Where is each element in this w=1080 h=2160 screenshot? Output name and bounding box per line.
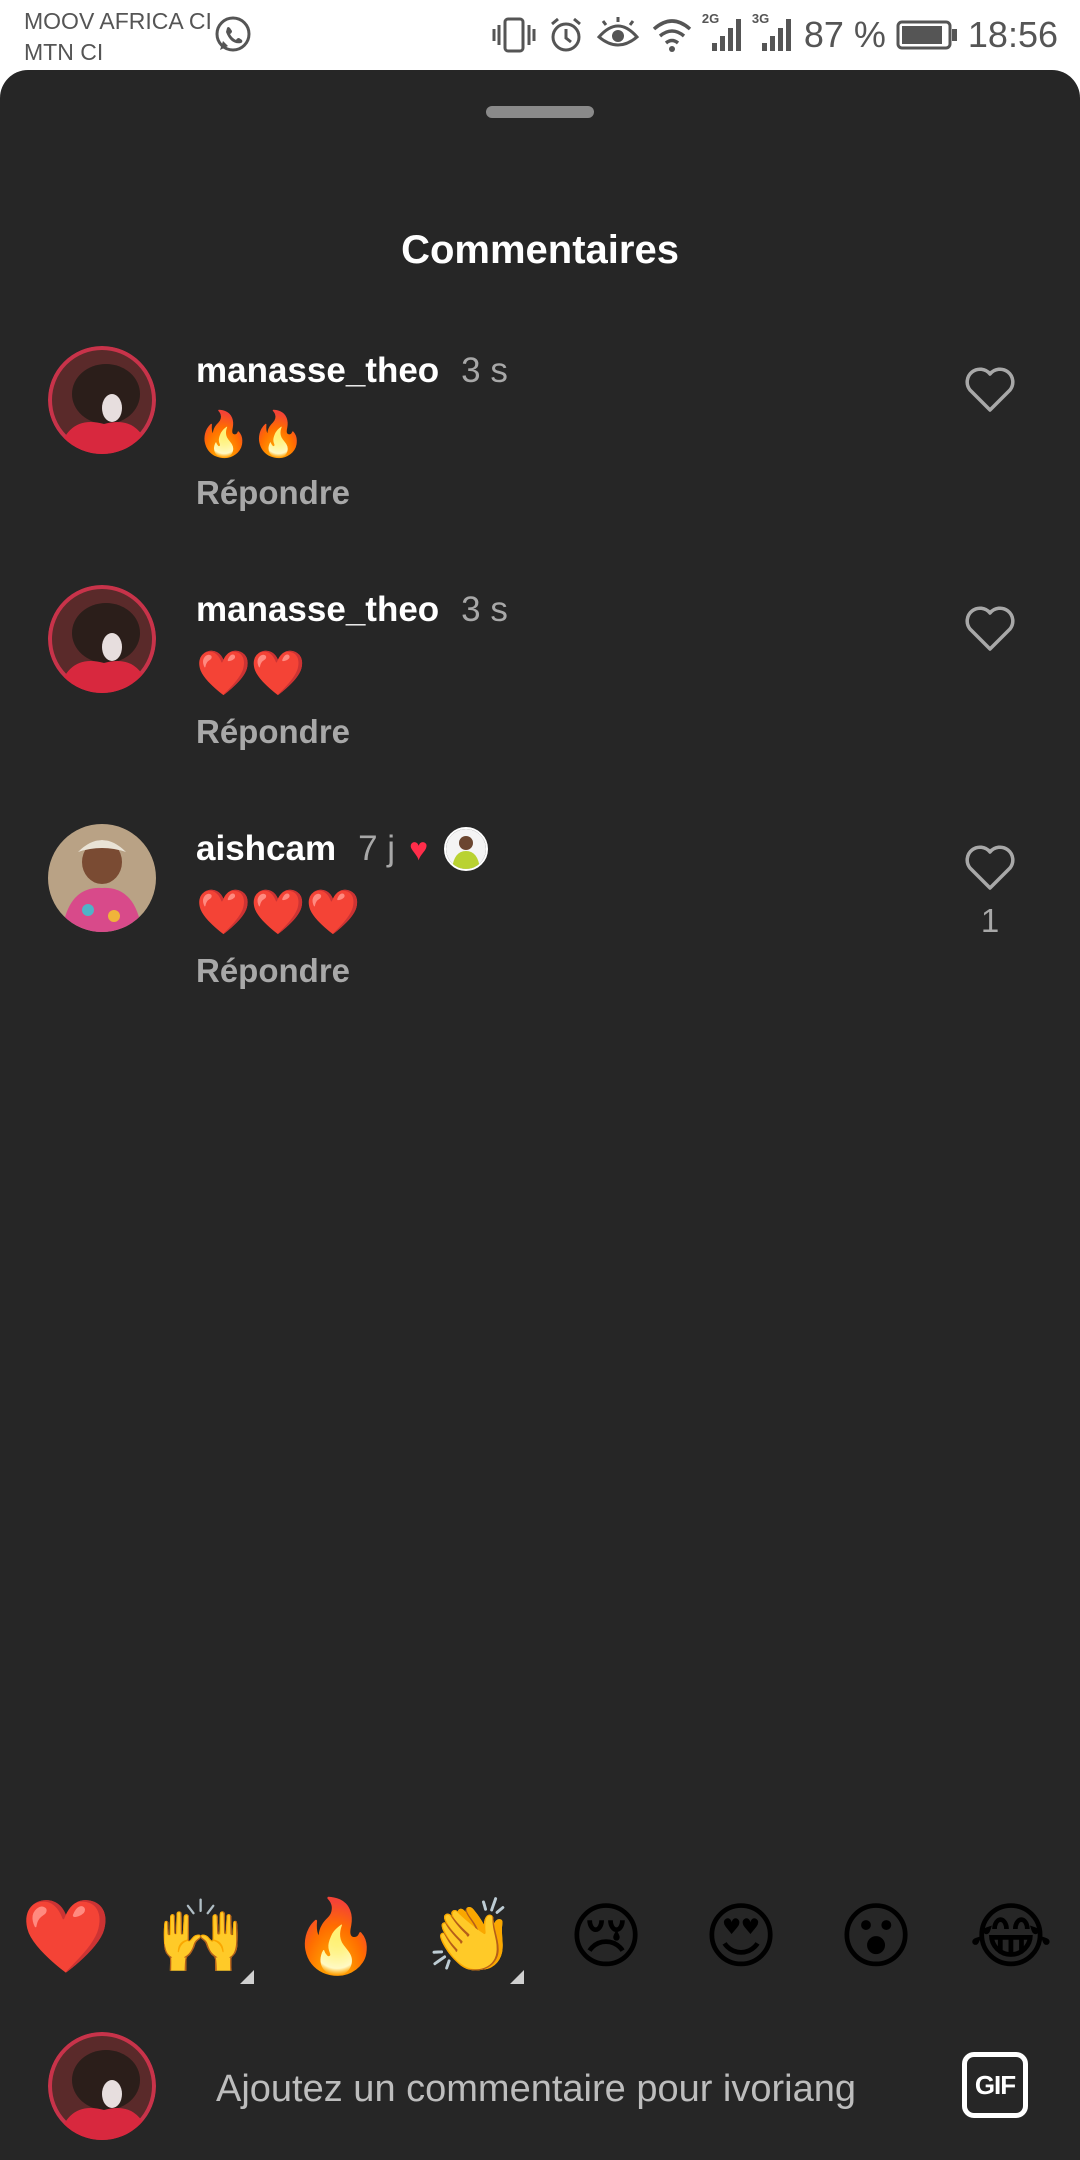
- comment-composer: GIF: [0, 2018, 1080, 2160]
- battery-icon: [896, 20, 957, 50]
- comment-timestamp: 3 s: [461, 590, 508, 629]
- network-type-1: 2G: [702, 11, 744, 55]
- comment-header: aishcam 7 j ♥: [196, 824, 489, 874]
- avatar[interactable]: [48, 585, 156, 693]
- comment-text: ❤️❤️: [196, 648, 306, 699]
- wifi-icon: [652, 19, 692, 52]
- comment-header: manasse_theo 3 s: [196, 346, 508, 396]
- comment-item: manasse_theo 3 s 🔥🔥 Répondre: [0, 346, 1080, 576]
- like-count: 1: [980, 902, 1000, 939]
- sheet-title: Commentaires: [401, 228, 679, 272]
- emoji-fire-button[interactable]: 🔥: [286, 1886, 386, 1986]
- emoji-heart-button[interactable]: ❤️: [16, 1886, 116, 1986]
- my-avatar: [48, 2032, 156, 2140]
- creator-avatar: [444, 827, 489, 871]
- emoji-surprised-button[interactable]: 😮: [826, 1886, 926, 1986]
- whatsapp-icon: [215, 16, 251, 52]
- network-type-2: 3G: [752, 11, 794, 55]
- reply-button[interactable]: Répondre: [196, 952, 350, 990]
- emoji-clapping-button[interactable]: 👏: [421, 1886, 521, 1986]
- comment-header: manasse_theo 3 s: [196, 585, 508, 635]
- eye-icon: [596, 17, 639, 47]
- avatar[interactable]: [48, 824, 156, 932]
- skin-tone-indicator: [240, 1970, 254, 1984]
- drag-handle[interactable]: [486, 106, 594, 118]
- creator-liked-heart-icon: ♥: [409, 830, 429, 867]
- comment-timestamp: 7 j: [358, 829, 396, 868]
- carrier-info: MOOV AFRICA CI MTN CI: [24, 6, 212, 68]
- emoji-raising-hands-button[interactable]: 🙌: [151, 1886, 251, 1986]
- reply-button[interactable]: Répondre: [196, 474, 350, 512]
- heart-outline-icon[interactable]: [964, 366, 1016, 414]
- skin-tone-indicator: [510, 1970, 524, 1984]
- alarm-icon: [550, 17, 581, 52]
- gif-button[interactable]: GIF: [962, 2052, 1028, 2118]
- comment-username[interactable]: aishcam: [196, 829, 336, 869]
- battery-percent: 87 %: [803, 14, 886, 55]
- comment-input[interactable]: [216, 2056, 916, 2122]
- status-bar: MOOV AFRICA CI MTN CI 2G 3G 87 % 18:56: [0, 0, 1080, 70]
- comment-username[interactable]: manasse_theo: [196, 590, 439, 630]
- heart-outline-icon[interactable]: [964, 605, 1016, 653]
- comments-sheet: Commentaires manasse_theo 3 s 🔥🔥 Répondr…: [0, 70, 1080, 2160]
- comment-item: aishcam 7 j ♥ ❤️❤️❤️ Répondre 1: [0, 824, 1080, 1054]
- status-icons: 2G 3G 87 % 18:56: [492, 0, 1058, 70]
- reply-button[interactable]: Répondre: [196, 713, 350, 751]
- emoji-laughing-button[interactable]: 😂: [961, 1886, 1061, 1986]
- heart-outline-icon[interactable]: [964, 844, 1016, 892]
- comment-timestamp: 3 s: [461, 351, 508, 390]
- avatar[interactable]: [48, 346, 156, 454]
- comment-text: 🔥🔥: [196, 409, 306, 460]
- clock: 18:56: [967, 14, 1058, 55]
- quick-emoji-bar: ❤️ 🙌 🔥 👏 😢 😍 😮 😂: [0, 1858, 1080, 2008]
- comment-item: manasse_theo 3 s ❤️❤️ Répondre: [0, 585, 1080, 815]
- emoji-heart-eyes-button[interactable]: 😍: [691, 1886, 791, 1986]
- carrier-1: MOOV AFRICA CI: [24, 8, 212, 34]
- comment-username[interactable]: manasse_theo: [196, 351, 439, 391]
- comment-text: ❤️❤️❤️: [196, 887, 361, 938]
- carrier-2: MTN CI: [24, 39, 104, 65]
- emoji-crying-button[interactable]: 😢: [556, 1886, 656, 1986]
- vibrate-icon: [492, 17, 536, 53]
